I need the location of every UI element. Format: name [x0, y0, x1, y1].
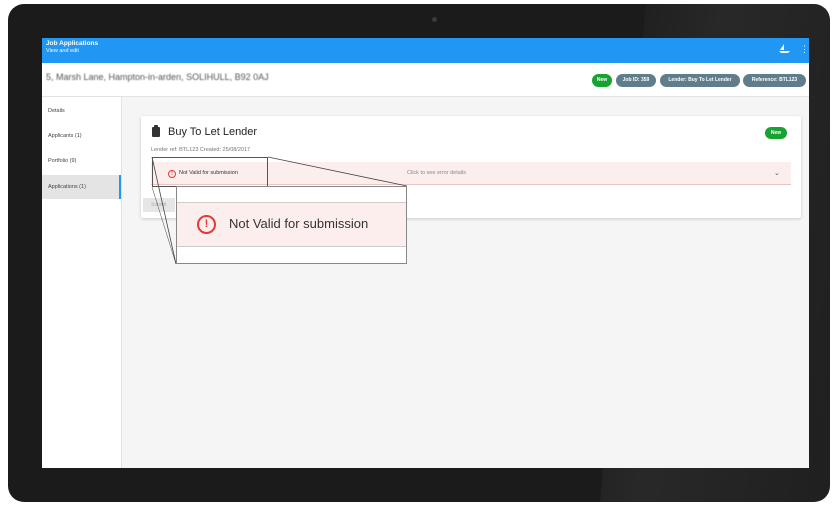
boat-icon[interactable]	[779, 44, 790, 57]
error-icon: !	[197, 215, 216, 234]
sidebar-item-applications[interactable]: Applications (1)	[42, 175, 121, 199]
sidebar: Details Applicants (1) Portfolio (9) App…	[42, 97, 122, 468]
sidebar-item-applicants[interactable]: Applicants (1)	[42, 124, 121, 148]
status-badge: New	[765, 127, 787, 139]
clipboard-icon	[152, 125, 160, 137]
sidebar-item-portfolio[interactable]: Portfolio (9)	[42, 149, 121, 173]
camera-dot	[432, 17, 437, 22]
address-bar: 5, Marsh Lane, Hampton-in-arden, SOLIHUL…	[42, 63, 809, 97]
callout-focus-box	[152, 157, 268, 187]
chip-lender[interactable]: Lender: Buy To Let Lender	[660, 74, 740, 87]
submit-button[interactable]: Submit	[143, 198, 175, 212]
card-subtitle: Lender ref: BTL123 Created: 25/08/2017	[151, 147, 251, 153]
zoom-callout: ! Not Valid for submission	[176, 186, 407, 264]
property-address: 5, Marsh Lane, Hampton-in-arden, SOLIHUL…	[46, 72, 269, 82]
chip-reference[interactable]: Reference: BTL123	[743, 74, 806, 87]
app-title: Job Applications	[46, 40, 99, 47]
app-bar: Job Applications View and edit ⋮	[42, 38, 809, 63]
zoom-error-text: Not Valid for submission	[229, 216, 369, 231]
sidebar-item-details[interactable]: Details	[42, 99, 121, 123]
chevron-down-icon[interactable]: ⌄	[774, 169, 780, 177]
zoom-error-band: ! Not Valid for submission	[177, 202, 406, 247]
more-vert-icon[interactable]: ⋮	[800, 44, 809, 54]
app-subtitle: View and edit	[46, 48, 79, 54]
app-screen: Job Applications View and edit ⋮ 5, Mars…	[42, 38, 809, 468]
chip-job-id[interactable]: Job ID: 359	[616, 74, 656, 87]
chip-status-new[interactable]: New	[592, 74, 612, 87]
error-hint: Click to see error details	[407, 170, 466, 176]
card-title: Buy To Let Lender	[168, 126, 258, 138]
